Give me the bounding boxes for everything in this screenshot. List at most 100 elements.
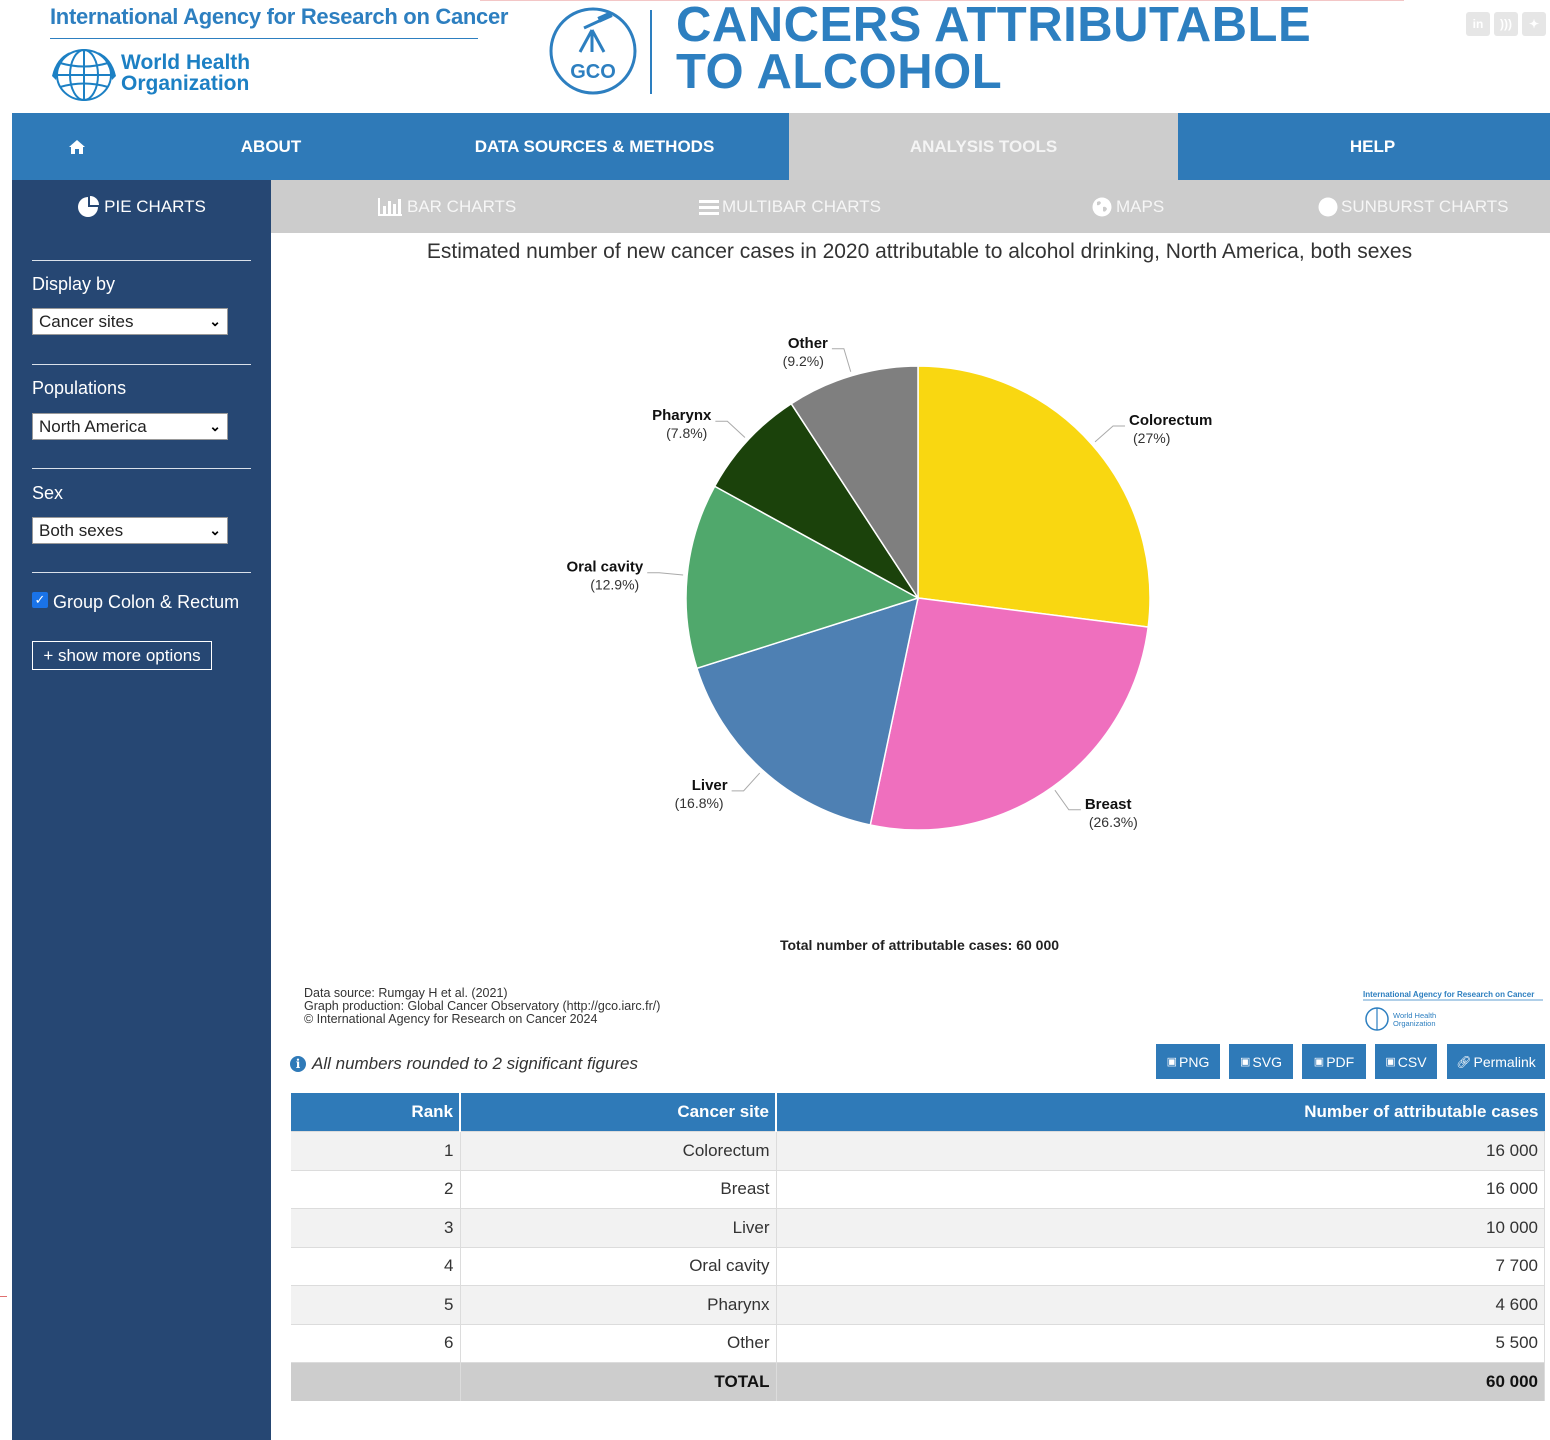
populations-value: North America (39, 416, 147, 436)
sidebar-divider (32, 364, 251, 365)
nav-help[interactable]: HELP (1178, 113, 1550, 180)
nav-home[interactable] (12, 113, 142, 180)
cell-cases: 16 000 (776, 1169, 1545, 1209)
pie-leader-line (647, 572, 684, 576)
pie-label: Oral cavity (567, 559, 644, 576)
tab-sunburst-charts[interactable]: SUNBURST CHARTS (1318, 180, 1509, 233)
main-nav: ABOUT DATA SOURCES & METHODS ANALYSIS TO… (12, 113, 1550, 180)
display-by-value: Cancer sites (39, 311, 134, 331)
rounding-note: i All numbers rounded to 2 significant f… (290, 1054, 638, 1074)
linkedin-icon[interactable]: in (1466, 12, 1490, 36)
gco-logo-text: GCO (570, 61, 616, 83)
gco-logo-icon[interactable]: GCO (548, 6, 638, 96)
cell-cancer-site: Liver (460, 1208, 777, 1247)
total-cases-text: Total number of attributable cases: 60 0… (779, 937, 1060, 953)
bars-icon (699, 199, 719, 215)
sex-select[interactable]: Both sexes ⌄ (32, 517, 228, 544)
tab-bar-charts-label: BAR CHARTS (407, 196, 517, 216)
pie-label: Other (788, 335, 828, 352)
credits-copyright: © International Agency for Research on C… (304, 1012, 598, 1026)
pie-leader-line (731, 772, 761, 792)
table-row: 4 Oral cavity 7 700 (291, 1246, 1545, 1286)
twitter-icon[interactable]: ✦ (1522, 12, 1546, 36)
rounding-note-text: All numbers rounded to 2 significant fig… (312, 1054, 639, 1073)
sex-label: Sex (32, 483, 64, 503)
cell-cases: 7 700 (776, 1246, 1545, 1286)
table-header-row: Rank Cancer site Number of attributable … (291, 1093, 1545, 1132)
show-more-options-button[interactable]: + show more options (32, 641, 212, 670)
who-name-line2: Organization (121, 72, 250, 95)
iarc-divider (50, 38, 478, 39)
tab-maps[interactable]: MAPS (1092, 180, 1164, 233)
home-icon (69, 139, 85, 154)
nav-data-sources[interactable]: DATA SOURCES & METHODS (400, 113, 789, 180)
rss-icon[interactable]: ))) (1494, 12, 1518, 36)
header-attributable-cases[interactable]: Number of attributable cases (776, 1093, 1545, 1132)
social-links: in ))) ✦ (1466, 12, 1546, 36)
who-name[interactable]: World Health Organization (121, 52, 250, 94)
pie-percent-label: (12.9%) (590, 577, 639, 593)
display-by-select[interactable]: Cancer sites ⌄ (32, 308, 228, 335)
sidebar-divider (32, 260, 251, 261)
group-colon-rectum-label[interactable]: Group Colon & Rectum (53, 592, 239, 613)
populations-select[interactable]: North America ⌄ (32, 413, 228, 440)
save-icon: ▣ (1313, 1056, 1325, 1068)
tab-multibar-charts[interactable]: MULTIBAR CHARTS (699, 180, 881, 233)
cell-rank: 4 (291, 1246, 461, 1286)
pie-leader-line (715, 420, 746, 438)
tab-multibar-charts-label: MULTIBAR CHARTS (722, 196, 882, 216)
chevron-down-icon: ⌄ (209, 418, 221, 434)
table-row: 2 Breast 16 000 (291, 1169, 1545, 1209)
tab-bar-charts[interactable]: BAR CHARTS (378, 180, 516, 233)
save-icon: ▣ (1166, 1056, 1178, 1068)
pie-leader-line (831, 348, 852, 372)
tab-pie-charts[interactable]: PIE CHARTS (12, 180, 271, 234)
export-svg-button[interactable]: ▣ SVG (1229, 1044, 1293, 1079)
who-name-line1: World Health (121, 51, 251, 74)
export-png-label: PNG (1179, 1053, 1210, 1070)
mini-logo-iarc: International Agency for Research on Can… (1363, 990, 1534, 999)
sex-value: Both sexes (39, 520, 124, 540)
cell-cases: 16 000 (776, 1131, 1545, 1170)
pie-percent-label: (27%) (1133, 430, 1170, 446)
export-svg-label: SVG (1252, 1053, 1282, 1070)
header-separator (650, 10, 652, 94)
iarc-name[interactable]: International Agency for Research on Can… (50, 4, 509, 30)
tab-maps-label: MAPS (1116, 196, 1165, 216)
sidebar-divider (32, 468, 251, 469)
pie-label: Pharynx (652, 407, 712, 424)
pie-label: Colorectum (1129, 412, 1212, 429)
nav-about[interactable]: ABOUT (142, 113, 400, 180)
cell-rank: 6 (291, 1323, 461, 1363)
globe-icon (1092, 197, 1112, 216)
cell-cases: 10 000 (776, 1208, 1545, 1247)
header-rank[interactable]: Rank (291, 1093, 461, 1132)
pie-percent-label: (7.8%) (666, 425, 707, 441)
cell-cases: 4 600 (776, 1285, 1545, 1324)
tab-pie-charts-label: PIE CHARTS (104, 197, 206, 216)
cell-cancer-site: Breast (460, 1169, 777, 1209)
cell-cancer-site: Other (460, 1323, 777, 1363)
chevron-down-icon: ⌄ (209, 522, 221, 538)
permalink-button[interactable]: 🔗︎ Permalink (1447, 1044, 1545, 1079)
app-title: CANCERS ATTRIBUTABLE TO ALCOHOL (676, 1, 1311, 97)
pie-slice-colorectum[interactable] (917, 365, 1151, 628)
group-colon-rectum-checkbox[interactable]: ✓ (32, 592, 48, 608)
who-emblem-icon[interactable] (50, 46, 118, 104)
nav-analysis-tools[interactable]: ANALYSIS TOOLS (789, 113, 1178, 180)
export-csv-button[interactable]: ▣ CSV (1375, 1044, 1437, 1079)
save-icon: ▣ (1385, 1056, 1396, 1068)
cell-rank: 2 (291, 1169, 461, 1209)
export-pdf-label: PDF (1326, 1053, 1355, 1070)
table-row: 1 Colorectum 16 000 (291, 1131, 1545, 1170)
cell-rank: 5 (291, 1285, 461, 1324)
pie-leader-line (1094, 425, 1126, 443)
pie-chart-icon (78, 196, 100, 217)
header-cancer-site[interactable]: Cancer site (460, 1093, 777, 1132)
link-icon: 🔗︎ (1456, 1054, 1472, 1069)
export-pdf-button[interactable]: ▣ PDF (1302, 1044, 1366, 1079)
chart-type-nav: BAR CHARTS MULTIBAR CHARTS MAPS SUNBURST… (271, 180, 1550, 233)
pie-percent-label: (16.8%) (675, 795, 724, 811)
pie-label: Liver (692, 777, 728, 794)
export-png-button[interactable]: ▣ PNG (1156, 1044, 1220, 1079)
